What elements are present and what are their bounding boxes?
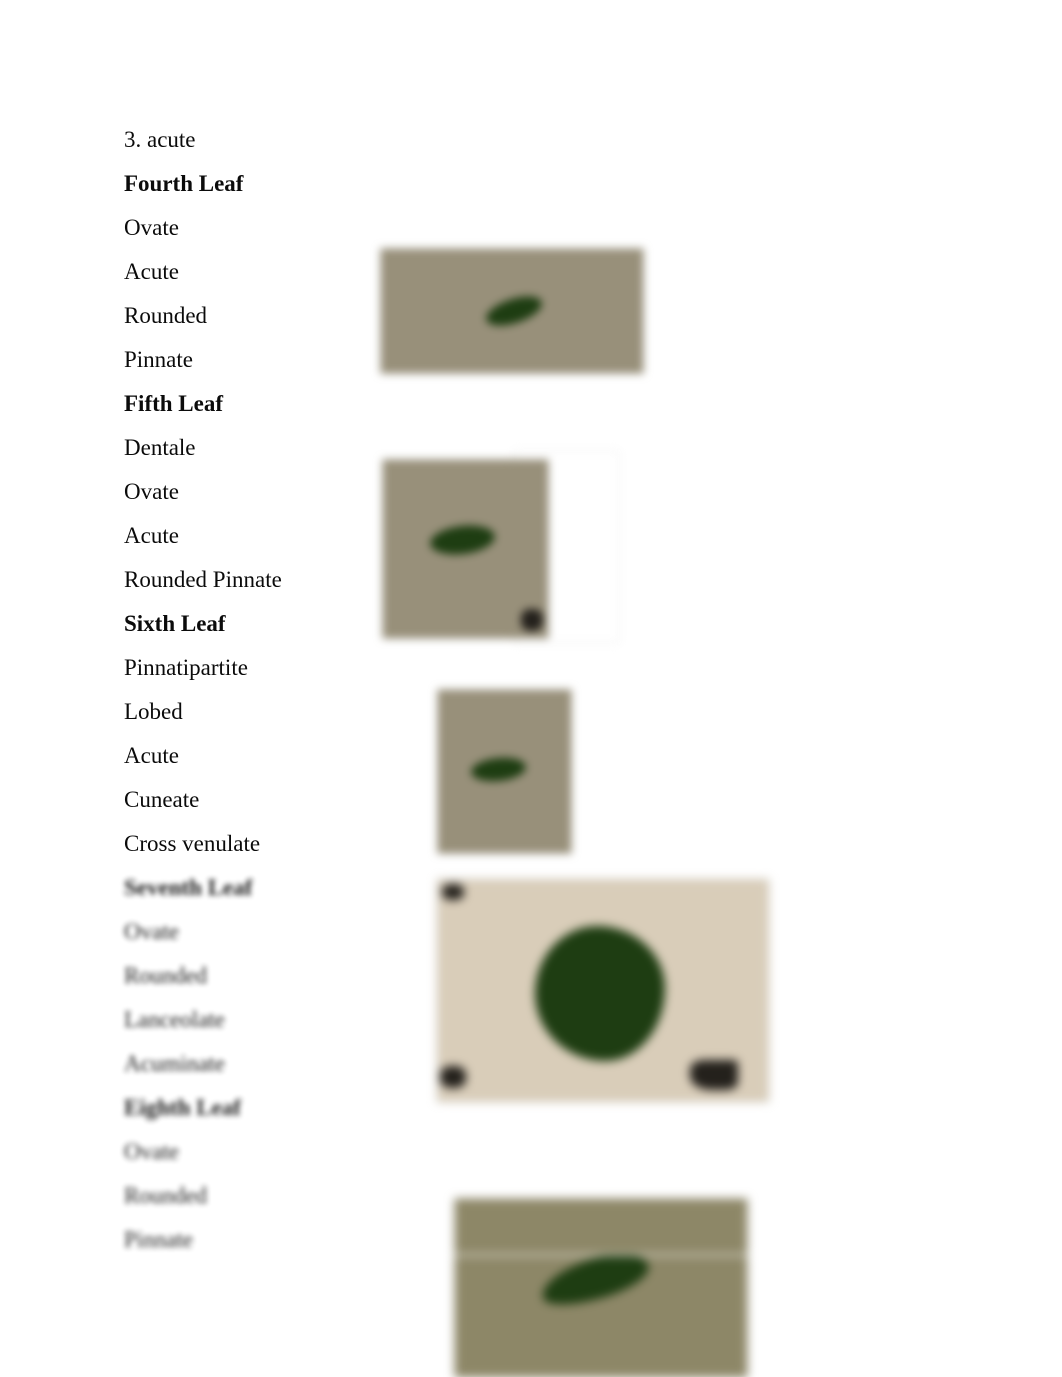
- leaf-trait-line: Acuminate: [124, 1051, 225, 1076]
- page-break-seam: [437, 1254, 767, 1256]
- leaf-specimen: [535, 926, 665, 1061]
- fifth-leaf-photo: [375, 452, 618, 642]
- leaf-trait-line: 3. acute: [124, 127, 196, 152]
- leaf-trait-line: Cross venulate: [124, 831, 261, 856]
- corner-mark-bottom-right: [690, 1060, 738, 1090]
- fourth-leaf-photo: [381, 249, 643, 373]
- corner-mark-top-left: [442, 884, 464, 900]
- leaf-trait-line: Lanceolate: [124, 1007, 225, 1032]
- leaf-trait-line: Rounded: [124, 1183, 208, 1208]
- leaf-trait-line: Ovate: [124, 215, 179, 240]
- corner-mark: [521, 609, 543, 631]
- leaf-trait-line: Acute: [124, 523, 179, 548]
- leaf-trait-line: Pinnate: [124, 1227, 193, 1252]
- leaf-description-list: 3. acute Fourth Leaf Ovate Acute Rounded Pinn…: [124, 118, 414, 1262]
- leaf-group-heading: Seventh Leaf: [124, 875, 253, 900]
- leaf-trait-line: Acute: [124, 259, 179, 284]
- leaf-trait-line: Pinnate: [124, 347, 193, 372]
- leaf-trait-line: Ovate: [124, 1139, 179, 1164]
- sixth-leaf-photo: [438, 690, 571, 853]
- leaf-trait-line: Dentale: [124, 435, 196, 460]
- leaf-trait-line: Acute: [124, 743, 179, 768]
- leaf-trait-line: Ovate: [124, 919, 179, 944]
- leaf-trait-line: Lobed: [124, 699, 183, 724]
- leaf-trait-line: Cuneate: [124, 787, 200, 812]
- eighth-leaf-photo: [437, 1191, 767, 1377]
- corner-mark-bottom-left: [440, 1066, 466, 1088]
- leaf-group-heading: Sixth Leaf: [124, 611, 226, 636]
- leaf-trait-line: Ovate: [124, 479, 179, 504]
- leaf-group-heading: Eighth Leaf: [124, 1095, 241, 1120]
- seventh-leaf-photo: [438, 880, 768, 1101]
- leaf-trait-line: Rounded: [124, 963, 208, 988]
- leaf-trait-line: Rounded Pinnate: [124, 567, 282, 592]
- document-page: 3. acute Fourth Leaf Ovate Acute Rounded Pinn…: [0, 0, 1062, 1377]
- leaf-group-heading: Fifth Leaf: [124, 391, 224, 416]
- leaf-group-heading: Fourth Leaf: [124, 171, 244, 196]
- leaf-trait-line: Pinnatipartite: [124, 655, 248, 680]
- leaf-trait-line: Rounded: [124, 303, 208, 328]
